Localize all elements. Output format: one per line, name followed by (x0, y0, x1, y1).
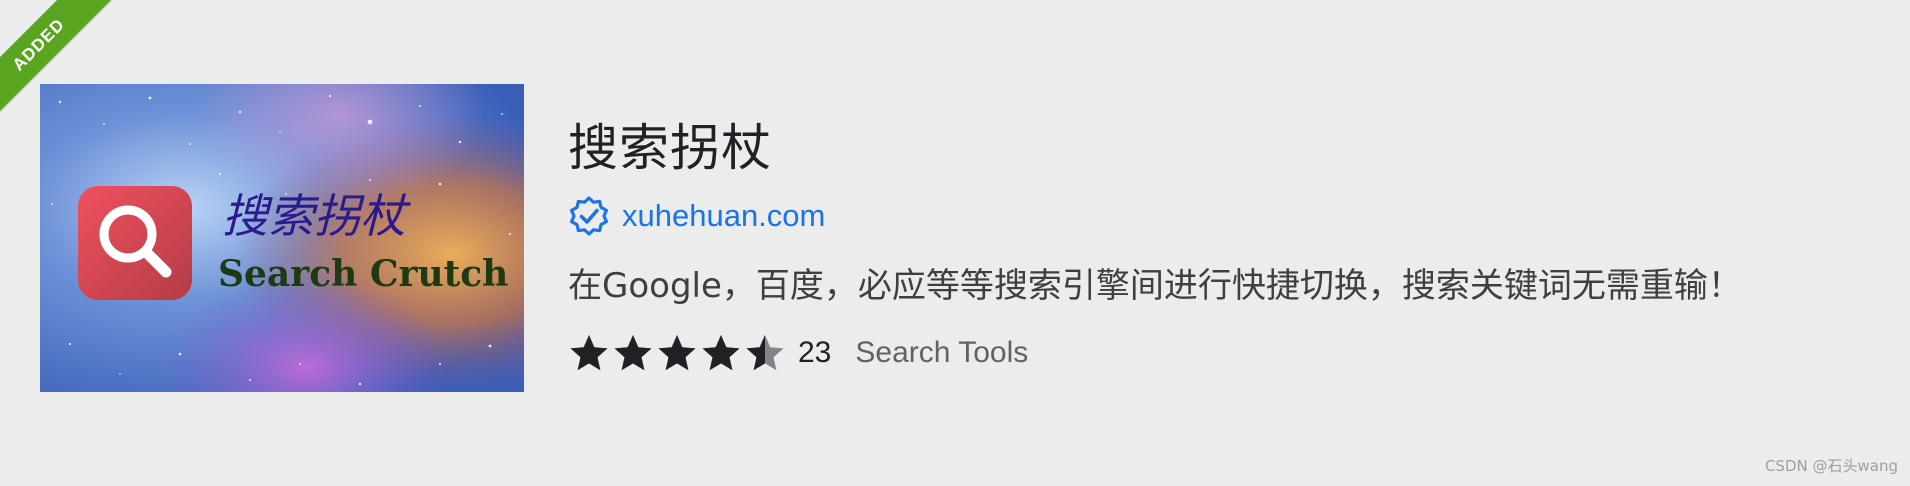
image-title-cn: 搜索拐杖 (222, 189, 411, 243)
extension-title: 搜索拐杖 (568, 119, 772, 177)
rating-row: 23 Search Tools (568, 328, 1028, 378)
publisher-row: xuhehuan.com (568, 194, 825, 238)
star-icon (702, 335, 740, 371)
extension-promo-image[interactable]: 搜索拐杖 Search Crutch (40, 84, 524, 392)
star-icon (570, 335, 608, 371)
star-icon (614, 335, 652, 371)
watermark: CSDN @石头wang (1764, 457, 1898, 475)
image-title-en: Search Crutch (218, 253, 508, 295)
category-link[interactable]: Search Tools (855, 336, 1028, 370)
rating-stars[interactable] (568, 332, 788, 374)
rating-count[interactable]: 23 (798, 336, 831, 370)
star-icon (746, 335, 784, 371)
verified-badge-icon (570, 196, 608, 236)
extension-description: 在Google，百度，必应等等搜索引擎间进行快捷切换，搜索关键词无需重输！ (568, 266, 1742, 306)
publisher-link[interactable]: xuhehuan.com (622, 198, 825, 234)
search-magnifier-icon (78, 186, 192, 300)
star-icon (658, 335, 696, 371)
